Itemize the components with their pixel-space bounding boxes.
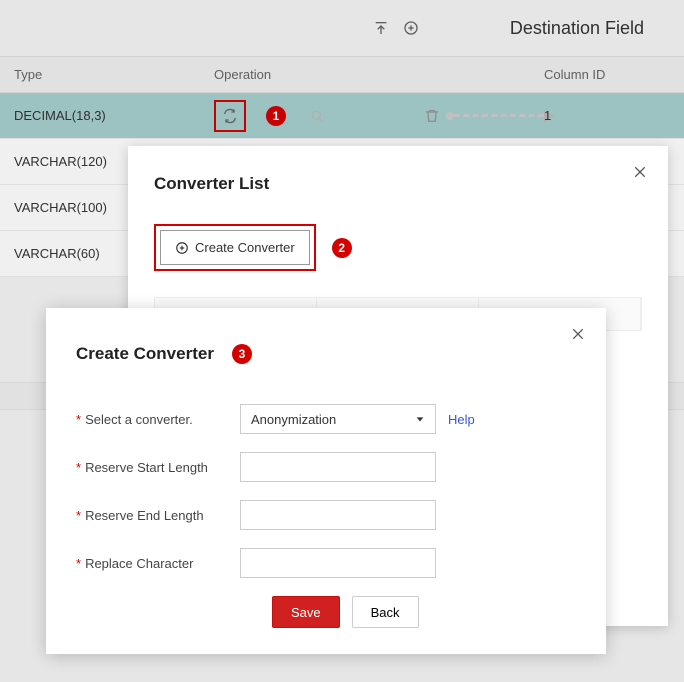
create-converter-label: Create Converter	[195, 240, 295, 255]
save-button[interactable]: Save	[272, 596, 340, 628]
destination-field-title: Destination Field	[510, 18, 664, 39]
table-row[interactable]: DECIMAL(18,3) 1	[0, 93, 684, 139]
table-header-row: Type Operation Column ID	[0, 56, 684, 93]
col-header-operation: Operation	[200, 57, 410, 92]
cell-dest: 1	[530, 98, 684, 133]
trash-icon[interactable]	[424, 105, 440, 127]
search-icon[interactable]	[306, 105, 328, 127]
converter-list-title: Converter List	[154, 174, 642, 194]
create-converter-button[interactable]: Create Converter	[160, 230, 310, 265]
col-header-gap	[410, 57, 530, 92]
convert-icon[interactable]	[219, 105, 241, 127]
create-converter-highlight-box: Create Converter	[154, 224, 316, 271]
callout-1: 1	[266, 106, 286, 126]
converter-highlight-box	[214, 100, 246, 132]
field-select-converter: *Select a converter. Anonymization Help	[76, 404, 576, 434]
converter-select[interactable]: Anonymization	[240, 404, 436, 434]
cell-type: DECIMAL(18,3)	[0, 98, 200, 133]
create-converter-title: Create Converter 3	[76, 344, 576, 364]
close-icon[interactable]	[570, 326, 586, 345]
field-reserve-start: *Reserve Start Length	[76, 452, 576, 482]
reserve-start-input[interactable]	[240, 452, 436, 482]
chevron-down-icon	[415, 414, 425, 424]
col-header-column-id: Column ID	[530, 57, 684, 92]
close-icon[interactable]	[632, 164, 648, 183]
header-row: Destination Field	[0, 0, 684, 56]
callout-2: 2	[332, 238, 352, 258]
col-header-type: Type	[0, 57, 200, 92]
field-reserve-end: *Reserve End Length	[76, 500, 576, 530]
field-replace-char: *Replace Character	[76, 548, 576, 578]
create-converter-modal: Create Converter 3 *Select a converter. …	[46, 308, 606, 654]
callout-3: 3	[232, 344, 252, 364]
add-circle-icon[interactable]	[400, 17, 422, 39]
replace-char-input[interactable]	[240, 548, 436, 578]
upload-to-top-icon[interactable]	[370, 17, 392, 39]
back-button[interactable]: Back	[352, 596, 419, 628]
help-link[interactable]: Help	[448, 412, 475, 427]
reserve-end-input[interactable]	[240, 500, 436, 530]
converter-select-value: Anonymization	[251, 412, 336, 427]
